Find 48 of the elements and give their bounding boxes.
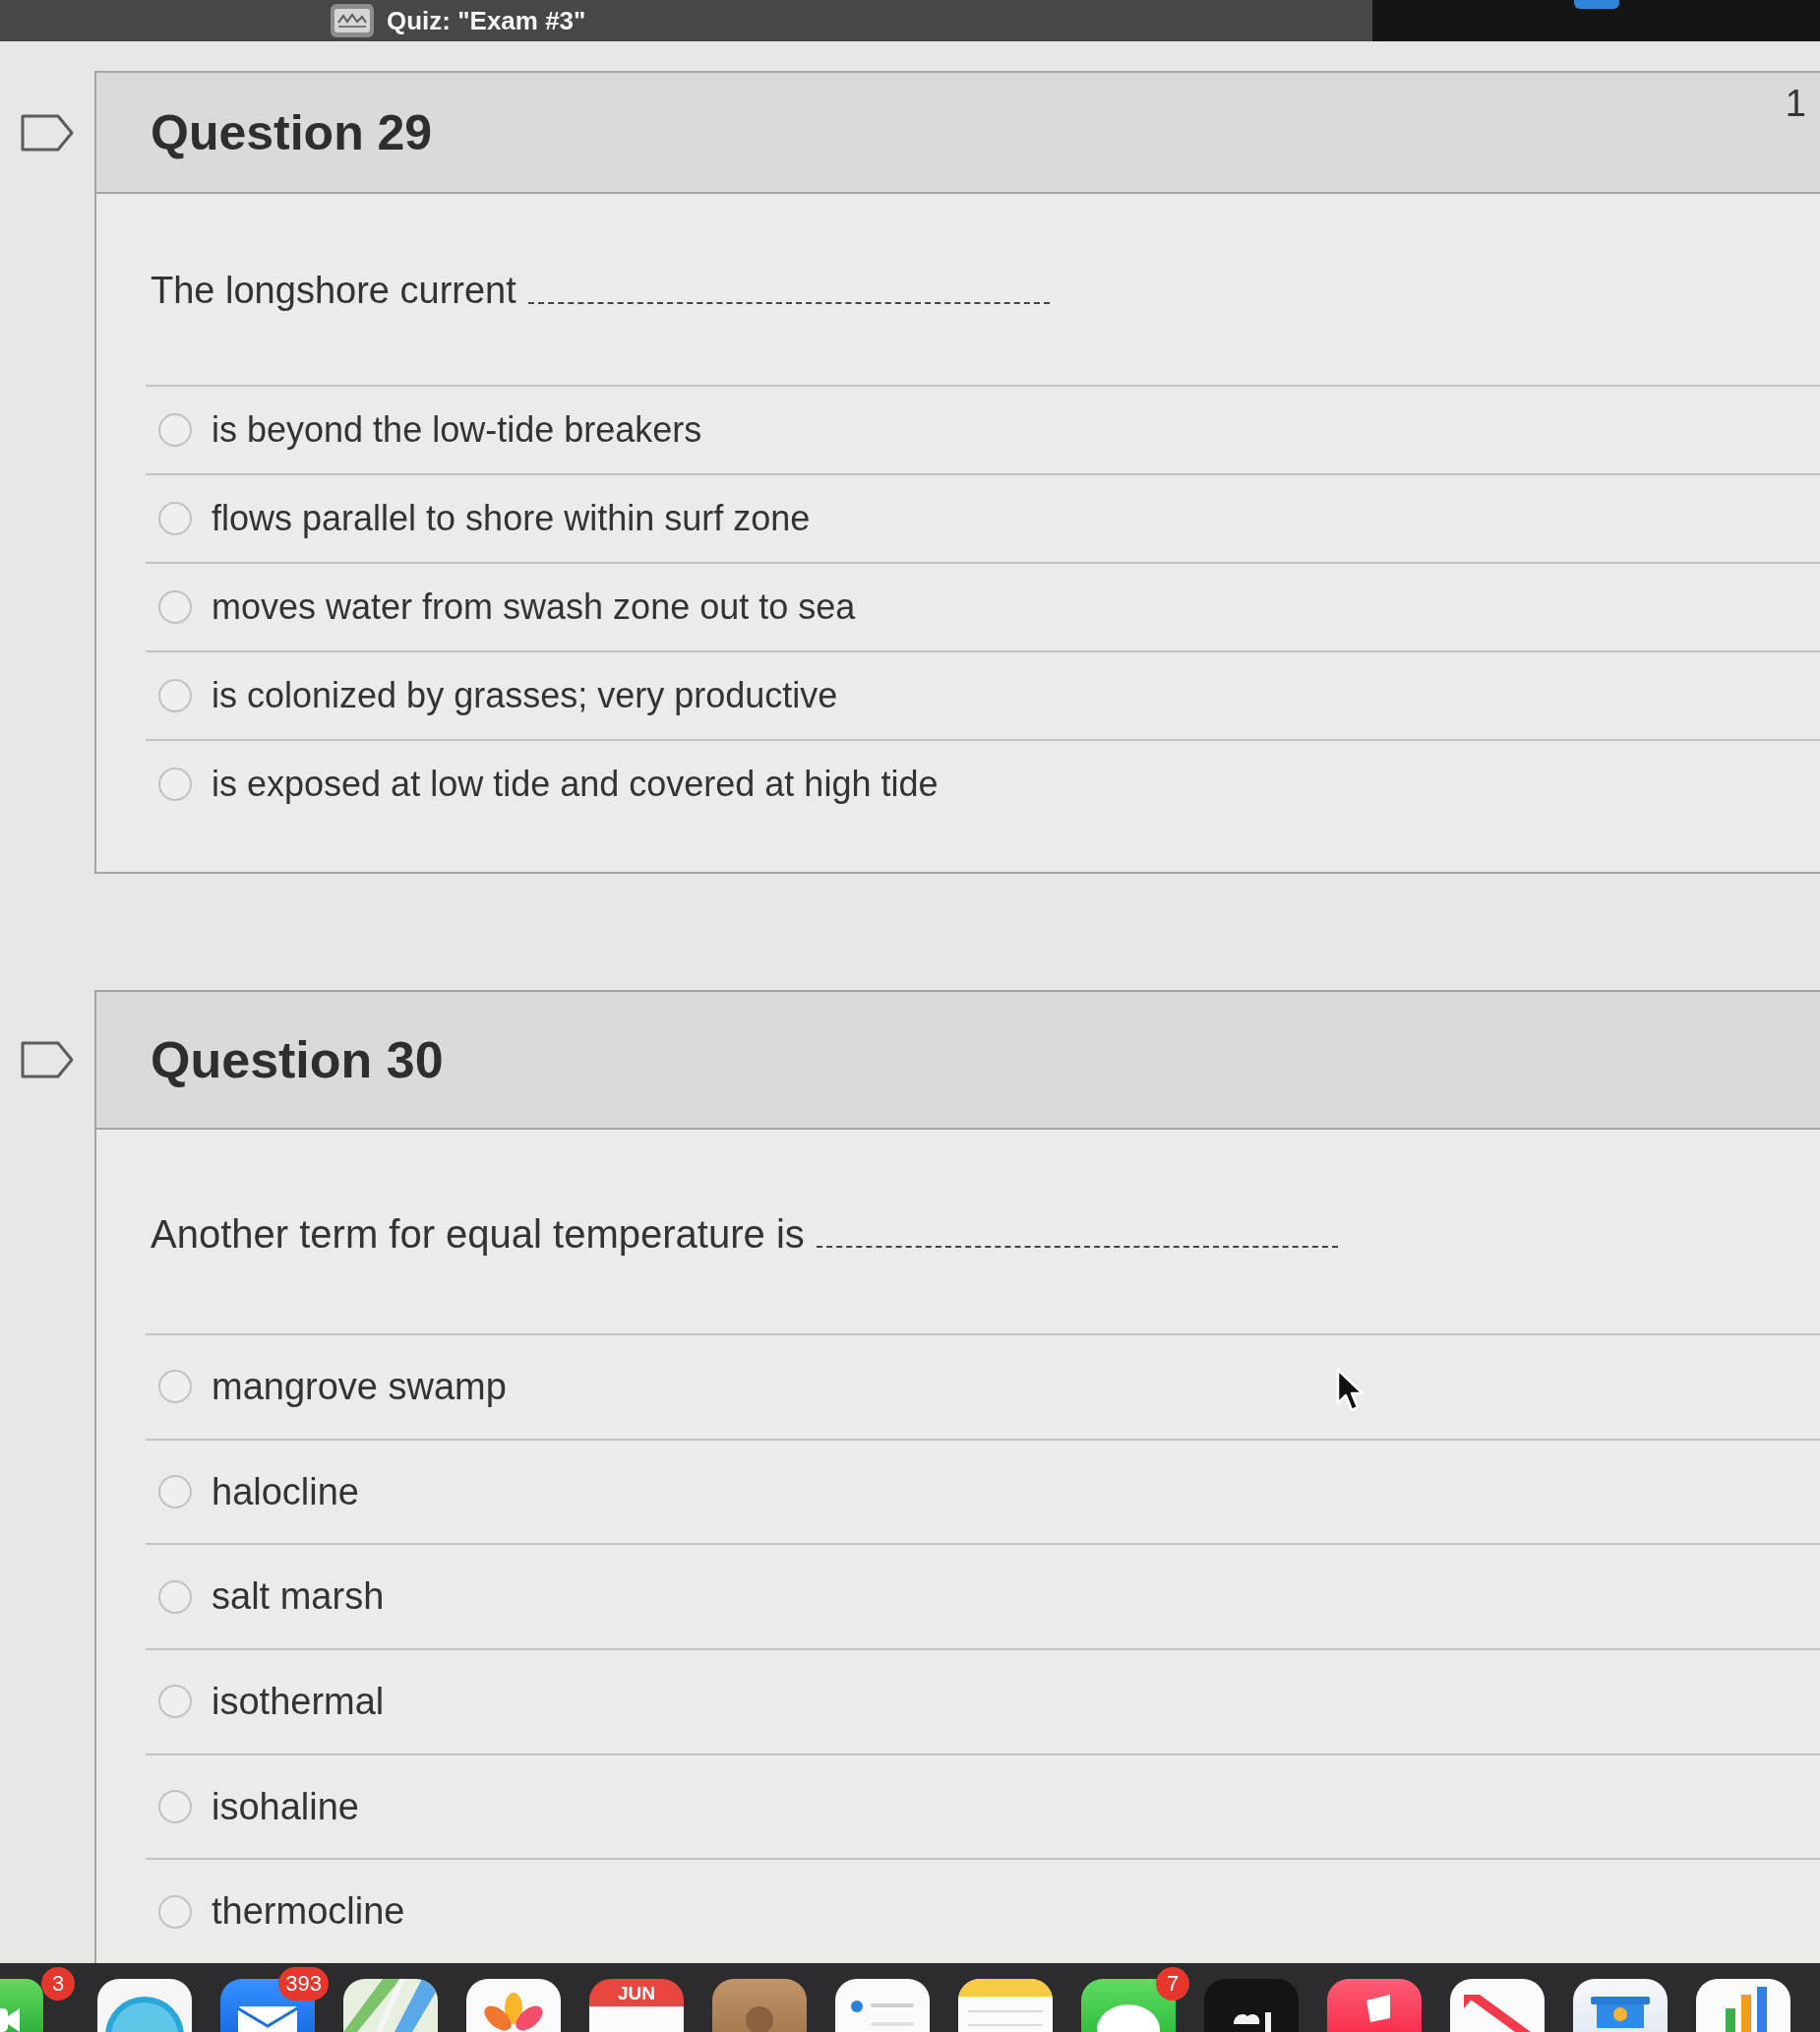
pointer-icon [1336, 1368, 1365, 1413]
app-icon[interactable] [97, 1979, 192, 2032]
radio-button[interactable] [158, 1579, 192, 1614]
option-label: mangrove swamp [212, 1365, 507, 1408]
app-icon[interactable] [1204, 1979, 1299, 2032]
radio-button[interactable] [158, 1685, 192, 1719]
app-icon[interactable] [466, 1979, 561, 2032]
option-label: is beyond the low-tide breakers [212, 409, 702, 451]
option-label: isohaline [212, 1785, 359, 1828]
radio-button[interactable] [158, 502, 192, 535]
app-icon[interactable] [958, 1979, 1053, 2032]
question-title: Question 29 [151, 103, 433, 161]
tab-title: Quiz: "Exam #3" [387, 5, 586, 36]
site-logo-icon [330, 3, 375, 38]
option-label: is colonized by grasses; very productive [212, 675, 838, 716]
flag-icon[interactable] [21, 1041, 74, 1078]
app-icon[interactable] [1450, 1979, 1545, 2032]
radio-button[interactable] [158, 679, 192, 712]
option-label: halocline [212, 1470, 359, 1513]
notification-badge: 393 [278, 1967, 329, 2001]
points-value: 1 [1785, 83, 1806, 125]
question-prompt: Another term for equal temperature is [151, 1211, 805, 1258]
option-label: moves water from swash zone out to sea [212, 586, 856, 628]
notification-badge: 7 [1156, 1967, 1189, 2001]
option-label: salt marsh [212, 1575, 385, 1619]
flag-icon[interactable] [21, 113, 74, 152]
radio-button[interactable] [158, 1790, 192, 1823]
app-icon[interactable] [835, 1979, 930, 2032]
radio-button[interactable] [158, 1370, 192, 1404]
option-label: thermocline [212, 1890, 405, 1934]
app-icon[interactable] [1696, 1979, 1790, 2032]
calendar-app-button[interactable]: JUN [589, 1979, 684, 2032]
radio-button[interactable] [158, 413, 192, 447]
radio-button[interactable] [158, 590, 192, 624]
app-icon[interactable] [1573, 1979, 1668, 2032]
app-icon[interactable] [343, 1979, 438, 2032]
notification-badge: 3 [41, 1967, 75, 2001]
radio-button[interactable] [158, 1894, 192, 1929]
toolbar-button[interactable] [1574, 0, 1619, 9]
option-label: isothermal [212, 1680, 385, 1723]
radio-button[interactable] [158, 1475, 192, 1509]
radio-button[interactable] [158, 768, 192, 801]
app-icon[interactable] [0, 1979, 43, 2032]
app-icon[interactable] [1327, 1979, 1422, 2032]
option-label: is exposed at low tide and covered at high tide [212, 764, 939, 805]
option-label: flows parallel to shore within surf zone [212, 498, 811, 539]
question-title: Question 30 [151, 1030, 444, 1089]
question-prompt: The longshore current [151, 269, 516, 313]
